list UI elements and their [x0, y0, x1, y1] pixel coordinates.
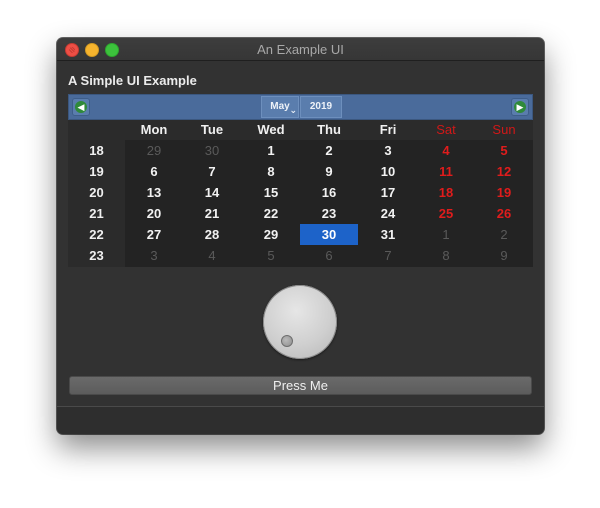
date-cell[interactable]: 10 — [359, 161, 417, 182]
date-cell[interactable]: 11 — [417, 161, 475, 182]
date-cell[interactable]: 6 — [300, 245, 358, 266]
month-label: May — [270, 101, 290, 112]
press-me-button[interactable]: Press Me — [69, 376, 532, 395]
day-header-fri: Fri — [379, 122, 397, 137]
date-cell[interactable]: 8 — [417, 245, 475, 266]
date-cell[interactable]: 24 — [359, 203, 417, 224]
date-cell[interactable]: 9 — [300, 161, 358, 182]
calendar-grid: Mon Tue Wed Thu Fri Sat Sun 18 29 30 1 2 3 4 5 19 6 7 8 9 10… — [68, 120, 533, 267]
date-cell[interactable]: 1 — [417, 224, 475, 245]
dial-indicator-icon — [281, 335, 293, 347]
next-month-button[interactable]: ▶ — [511, 98, 529, 116]
date-cell[interactable]: 6 — [125, 161, 183, 182]
date-cell[interactable]: 23 — [300, 203, 358, 224]
date-cell[interactable]: 17 — [359, 182, 417, 203]
arrow-left-icon: ◀ — [75, 101, 87, 113]
day-header-sun: Sun — [492, 122, 516, 137]
date-cell[interactable]: 2 — [475, 224, 533, 245]
day-header-thu: Thu — [317, 122, 341, 137]
arrow-right-icon: ▶ — [514, 101, 526, 113]
date-cell[interactable]: 14 — [183, 182, 241, 203]
day-header-sat: Sat — [436, 122, 456, 137]
title-bar: An Example UI — [57, 38, 544, 61]
date-cell[interactable]: 31 — [359, 224, 417, 245]
date-cell[interactable]: 8 — [242, 161, 300, 182]
date-cell[interactable]: 15 — [242, 182, 300, 203]
calendar-navigation-bar: ◀ May ⌄ 2019 ▶ — [68, 94, 533, 120]
chevron-down-icon: ⌄ — [289, 105, 297, 115]
date-cell[interactable]: 7 — [183, 161, 241, 182]
week-number: 20 — [89, 185, 104, 200]
page-title: A Simple UI Example — [68, 73, 197, 88]
date-cell[interactable]: 18 — [417, 182, 475, 203]
status-bar — [57, 406, 544, 434]
date-cell[interactable]: 16 — [300, 182, 358, 203]
week-number: 21 — [89, 206, 104, 221]
date-cell[interactable]: 27 — [125, 224, 183, 245]
day-header-wed: Wed — [257, 122, 285, 137]
year-label: 2019 — [309, 101, 333, 112]
previous-month-button[interactable]: ◀ — [72, 98, 90, 116]
date-cell[interactable]: 26 — [475, 203, 533, 224]
date-cell[interactable]: 22 — [242, 203, 300, 224]
date-cell[interactable]: 28 — [183, 224, 241, 245]
date-cell[interactable]: 2 — [300, 140, 358, 161]
day-header-mon: Mon — [140, 122, 168, 137]
date-cell[interactable]: 19 — [475, 182, 533, 203]
dial-knob[interactable] — [263, 285, 337, 359]
week-number: 23 — [89, 248, 104, 263]
date-cell[interactable]: 3 — [359, 140, 417, 161]
window-title: An Example UI — [257, 42, 344, 57]
date-cell[interactable]: 13 — [125, 182, 183, 203]
date-cell[interactable]: 7 — [359, 245, 417, 266]
day-header-tue: Tue — [200, 122, 224, 137]
date-cell[interactable]: 4 — [417, 140, 475, 161]
app-window: An Example UI A Simple UI Example ◀ May … — [57, 38, 544, 434]
year-selector[interactable]: 2019 — [300, 96, 342, 118]
date-cell[interactable]: 9 — [475, 245, 533, 266]
date-cell[interactable]: 5 — [242, 245, 300, 266]
date-cell[interactable]: 25 — [417, 203, 475, 224]
week-number: 22 — [89, 227, 104, 242]
date-cell[interactable]: 20 — [125, 203, 183, 224]
date-cell[interactable]: 29 — [242, 224, 300, 245]
date-cell[interactable]: 4 — [183, 245, 241, 266]
date-cell[interactable]: 12 — [475, 161, 533, 182]
week-number: 18 — [89, 143, 104, 158]
date-cell[interactable]: 29 — [125, 140, 183, 161]
date-cell[interactable]: 5 — [475, 140, 533, 161]
date-cell[interactable]: 21 — [183, 203, 241, 224]
date-cell[interactable]: 30 — [183, 140, 241, 161]
month-selector[interactable]: May ⌄ — [261, 96, 299, 118]
date-cell[interactable]: 1 — [242, 140, 300, 161]
selected-date-cell[interactable]: 30 — [300, 224, 358, 245]
week-number: 19 — [89, 164, 104, 179]
date-cell[interactable]: 3 — [125, 245, 183, 266]
